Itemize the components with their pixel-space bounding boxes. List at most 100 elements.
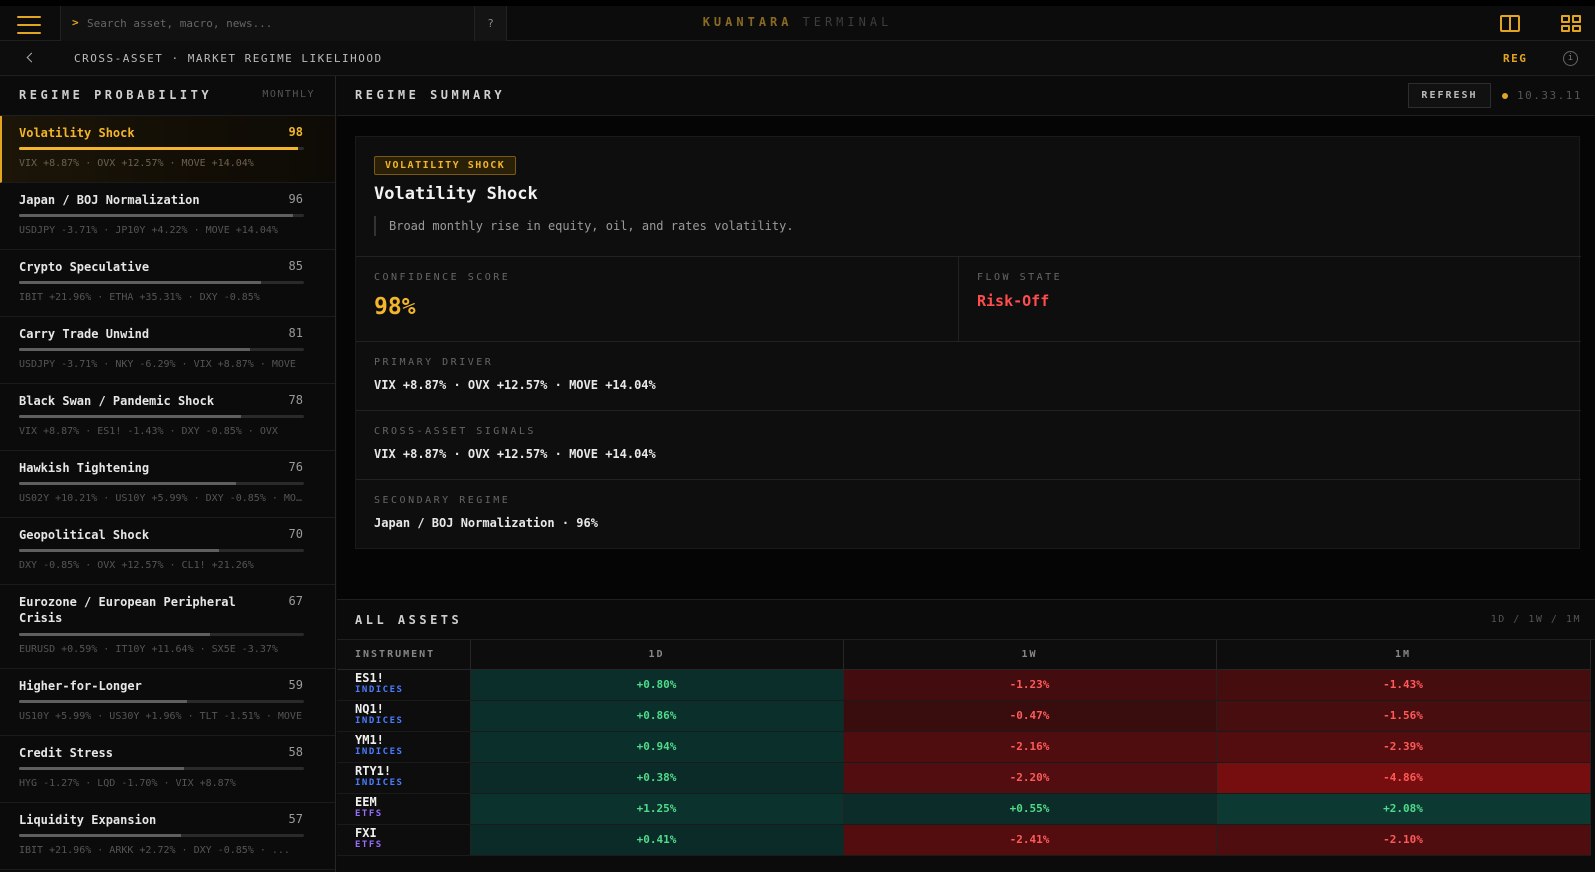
regime-signals: USDJPY -3.71% · NKY -6.29% · VIX +8.87% … (19, 359, 296, 370)
probability-bar (19, 348, 304, 351)
regime-signals: EURUSD +0.59% · IT10Y +11.64% · SX5E -3.… (19, 644, 278, 655)
mode-label[interactable]: REG (1503, 52, 1527, 65)
flow-value: Risk-Off (977, 292, 1050, 310)
regime-item[interactable]: Credit Stress 58 HYG -1.27% · LQD -1.70% ·… (0, 736, 335, 803)
table-row[interactable]: NQ1! INDICES +0.86% -0.47% -1.56% (337, 700, 1591, 732)
regime-name: Carry Trade Unwind (19, 327, 150, 341)
table-row[interactable]: FXI ETFS +0.41% -2.41% -2.10% (337, 824, 1591, 856)
instrument-cell[interactable]: YM1! INDICES (337, 731, 471, 763)
regime-score: 67 (288, 594, 303, 608)
instrument-category: INDICES (355, 685, 404, 695)
probability-bar-fill (19, 767, 185, 770)
regime-item[interactable]: Volatility Shock 98 VIX +8.87% · OVX +12.5… (0, 116, 335, 183)
breadcrumb: CROSS-ASSET · MARKET REGIME LIKELIHOOD (74, 52, 383, 65)
help-button[interactable]: ? (475, 6, 507, 41)
change-cell-m1: -2.39% (1216, 731, 1591, 763)
instrument-symbol: ES1! (355, 671, 384, 685)
instrument-category: INDICES (355, 747, 404, 757)
change-cell-m1: +2.08% (1216, 793, 1591, 825)
probability-bar (19, 767, 304, 770)
probability-bar-fill (19, 147, 299, 150)
split-view-icon[interactable] (1500, 15, 1520, 32)
probability-bar (19, 214, 304, 217)
sidebar-header: REGIME PROBABILITY MONTHLY (0, 76, 335, 116)
probability-bar (19, 549, 304, 552)
change-cell-w1: -2.41% (843, 824, 1217, 856)
probability-bar (19, 415, 304, 418)
regime-score: 81 (288, 326, 303, 340)
regime-signals: US02Y +10.21% · US10Y +5.99% · DXY -0.85… (19, 493, 304, 504)
instrument-cell[interactable]: NQ1! INDICES (337, 700, 471, 732)
refresh-button[interactable]: REFRESH (1408, 83, 1491, 108)
change-cell-d1: +1.25% (470, 793, 844, 825)
search-box[interactable]: > (60, 6, 475, 41)
confidence-value: 98% (374, 294, 416, 320)
regime-score: 76 (288, 460, 303, 474)
signals-row: CROSS-ASSET SIGNALS VIX +8.87% · OVX +12… (356, 410, 1581, 479)
confidence-cell: CONFIDENCE SCORE 98% (356, 257, 959, 342)
back-chevron-icon[interactable] (24, 51, 36, 65)
instrument-category: ETFS (355, 840, 383, 850)
info-icon[interactable]: i (1563, 51, 1578, 66)
regime-item[interactable]: Eurozone / European Peripheral Crisis 67 E… (0, 585, 335, 669)
change-cell-m1: -2.10% (1216, 824, 1591, 856)
regime-score: 58 (288, 745, 303, 759)
regime-item[interactable]: Liquidity Expansion 57 IBIT +21.96% · ARKK… (0, 803, 335, 870)
change-cell-d1: +0.41% (470, 824, 844, 856)
regime-item[interactable]: Carry Trade Unwind 81 USDJPY -3.71% · NKY … (0, 317, 335, 384)
column-header-1d[interactable]: 1D (470, 640, 844, 670)
change-cell-d1: +0.80% (470, 669, 844, 701)
regime-item[interactable]: Higher-for-Longer 59 US10Y +5.99% · US30Y … (0, 669, 335, 736)
regime-score: 78 (288, 393, 303, 407)
search-input[interactable] (87, 6, 457, 41)
table-row[interactable]: RTY1! INDICES +0.38% -2.20% -4.86% (337, 762, 1591, 794)
primary-driver-row: PRIMARY DRIVER VIX +8.87% · OVX +12.57% … (356, 341, 1581, 410)
instrument-cell[interactable]: FXI ETFS (337, 824, 471, 856)
probability-bar-fill (19, 348, 250, 351)
table-row[interactable]: EEM ETFS +1.25% +0.55% +2.08% (337, 793, 1591, 825)
column-header-1w[interactable]: 1W (843, 640, 1217, 670)
table-row[interactable]: ES1! INDICES +0.80% -1.23% -1.43% (337, 669, 1591, 701)
instrument-cell[interactable]: EEM ETFS (337, 793, 471, 825)
instrument-cell[interactable]: RTY1! INDICES (337, 762, 471, 794)
regime-score: 96 (288, 192, 303, 206)
assets-periods[interactable]: 1D / 1W / 1M (1491, 614, 1581, 625)
probability-bar (19, 482, 304, 485)
grid-view-icon[interactable] (1561, 15, 1581, 32)
prompt-chevron-icon: > (72, 16, 79, 29)
secondary-label: SECONDARY REGIME (374, 495, 511, 506)
table-row[interactable]: YM1! INDICES +0.94% -2.16% -2.39% (337, 731, 1591, 763)
probability-bar-fill (19, 633, 210, 636)
regime-item[interactable]: Black Swan / Pandemic Shock 78 VIX +8.87% … (0, 384, 335, 451)
change-cell-w1: -2.16% (843, 731, 1217, 763)
regime-item[interactable]: Geopolitical Shock 70 DXY -0.85% · OVX +12… (0, 518, 335, 585)
period-selector[interactable]: MONTHLY (262, 89, 315, 100)
regime-item[interactable]: Japan / BOJ Normalization 96 USDJPY -3.71%… (0, 183, 335, 250)
summary-title: REGIME SUMMARY (355, 88, 506, 102)
menu-icon[interactable] (17, 16, 41, 34)
update-time: 10.33.11 (1517, 89, 1582, 102)
column-header-1m[interactable]: 1M (1216, 640, 1591, 670)
brand-secondary: TERMINAL (802, 15, 893, 29)
regime-title: Volatility Shock (374, 184, 538, 204)
instrument-cell[interactable]: ES1! INDICES (337, 669, 471, 701)
regime-score: 59 (288, 678, 303, 692)
regime-signals: HYG -1.27% · LQD -1.70% · VIX +8.87% (19, 778, 236, 789)
top-bar: > ? KUANTARA TERMINAL (0, 0, 1595, 41)
flow-label: FLOW STATE (977, 272, 1063, 283)
regime-name: Volatility Shock (19, 126, 135, 140)
secondary-regime-row: SECONDARY REGIME Japan / BOJ Normalizati… (356, 479, 1581, 549)
instrument-category: ETFS (355, 809, 383, 819)
regime-list: Volatility Shock 98 VIX +8.87% · OVX +12.5… (0, 116, 335, 870)
change-cell-d1: +0.86% (470, 700, 844, 732)
regime-signals: VIX +8.87% · ES1! -1.43% · DXY -0.85% · … (19, 426, 278, 437)
probability-bar-fill (19, 214, 293, 217)
probability-bar-fill (19, 549, 219, 552)
column-header-instrument[interactable]: INSTRUMENT (337, 640, 471, 670)
regime-item[interactable]: Hawkish Tightening 76 US02Y +10.21% · US10… (0, 451, 335, 518)
confidence-label: CONFIDENCE SCORE (374, 272, 511, 283)
regime-score: 57 (288, 812, 303, 826)
probability-bar (19, 633, 304, 636)
regime-sidebar: REGIME PROBABILITY MONTHLY Volatility Sh… (0, 76, 336, 872)
regime-item[interactable]: Crypto Speculative 85 IBIT +21.96% · ETHA … (0, 250, 335, 317)
